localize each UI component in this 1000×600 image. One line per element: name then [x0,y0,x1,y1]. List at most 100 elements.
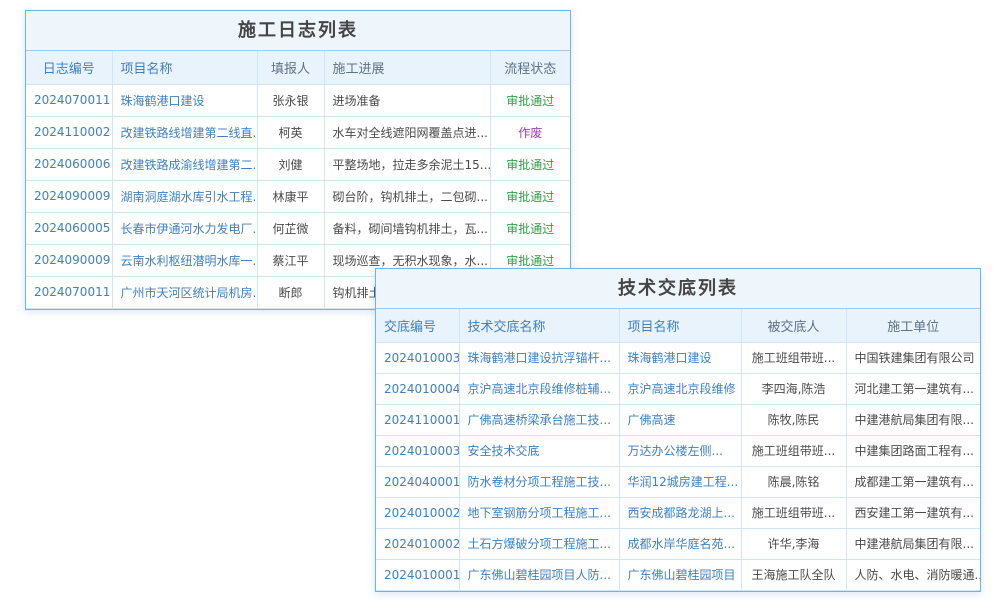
log-cell-project[interactable]: 改建铁路成渝线增建第二... [112,148,257,180]
log-cell-id[interactable]: 2024070011 [26,84,112,116]
tech-cell-unit: 西安建工第一建筑有... [846,497,980,528]
tech-cell-project[interactable]: 京沪高速北京段维修 [619,373,741,404]
tech-cell-unit: 中建港航局集团有限... [846,528,980,559]
tech-cell-person: 陈牧,陈民 [741,404,846,435]
tech-cell-unit: 中建港航局集团有限... [846,404,980,435]
log-cell-id[interactable]: 2024060006 [26,148,112,180]
tech-column-header-project: 项目名称 [619,309,741,342]
log-cell-status: 审批通过 [490,84,570,116]
log-cell-project[interactable]: 湖南洞庭湖水库引水工程... [112,180,257,212]
tech-cell-name[interactable]: 安全技术交底 [459,435,619,466]
technical-disclosure-panel: 技术交底列表 交底编号技术交底名称项目名称被交底人施工单位 2024010003… [375,268,981,592]
log-table-row: 2024060006改建铁路成渝线增建第二...刘健平整场地，拉走多余泥土15.… [26,148,570,180]
tech-table-row: 2024010002土石方爆破分项工程施工...成都水岸华庭名苑...许华,李海… [376,528,980,559]
log-column-header-project: 项目名称 [112,51,257,84]
log-column-header-id: 日志编号 [26,51,112,84]
log-cell-id[interactable]: 2024110002 [26,116,112,148]
tech-cell-name[interactable]: 地下室钢筋分项工程施工... [459,497,619,528]
log-table-row: 2024090009湖南洞庭湖水库引水工程...林康平砌台阶，钩机排土，二包砌.… [26,180,570,212]
log-cell-progress: 进场准备 [324,84,490,116]
tech-cell-name[interactable]: 京沪高速北京段维修桩辅... [459,373,619,404]
log-column-header-status: 流程状态 [490,51,570,84]
log-cell-progress: 平整场地，拉走多余泥土15... [324,148,490,180]
tech-cell-project[interactable]: 华润12城房建工程... [619,466,741,497]
log-cell-project[interactable]: 广州市天河区统计局机房... [112,276,257,308]
technical-disclosure-table: 交底编号技术交底名称项目名称被交底人施工单位 2024010003珠海鹤港口建设… [376,309,980,591]
tech-table-row: 2024010004京沪高速北京段维修桩辅...京沪高速北京段维修李四海,陈浩河… [376,373,980,404]
log-cell-id[interactable]: 2024090009 [26,244,112,276]
tech-cell-id[interactable]: 2024010004 [376,373,459,404]
log-cell-progress: 砌台阶，钩机排土，二包砌... [324,180,490,212]
log-cell-filler: 林康平 [257,180,324,212]
log-table-row: 2024060005长春市伊通河水力发电厂...何芷微备料，砌间墙钩机排土，瓦.… [26,212,570,244]
log-cell-project[interactable]: 改建铁路线增建第二线直... [112,116,257,148]
log-table-row: 2024070011珠海鹤港口建设张永银进场准备审批通过 [26,84,570,116]
tech-table-row: 2024010002地下室钢筋分项工程施工...西安成都路龙湖上...施工班组带… [376,497,980,528]
tech-cell-project[interactable]: 万达办公楼左侧... [619,435,741,466]
tech-cell-unit: 成都建工第一建筑有... [846,466,980,497]
log-cell-progress: 水车对全线遮阳网覆盖点进... [324,116,490,148]
log-cell-project[interactable]: 云南水利枢纽潜明水库一... [112,244,257,276]
tech-cell-project[interactable]: 珠海鹤港口建设 [619,342,741,373]
construction-log-panel-title: 施工日志列表 [26,11,570,51]
tech-column-header-id: 交底编号 [376,309,459,342]
tech-cell-project[interactable]: 广东佛山碧桂园项目 [619,559,741,590]
tech-table-row: 2024040001防水卷材分项工程施工技...华润12城房建工程...陈晨,陈… [376,466,980,497]
log-cell-filler: 蔡江平 [257,244,324,276]
log-cell-id[interactable]: 2024090009 [26,180,112,212]
log-cell-project[interactable]: 珠海鹤港口建设 [112,84,257,116]
log-table-header-row: 日志编号项目名称填报人施工进展流程状态 [26,51,570,84]
log-cell-status: 审批通过 [490,212,570,244]
tech-cell-id[interactable]: 2024010002 [376,528,459,559]
log-cell-project[interactable]: 长春市伊通河水力发电厂... [112,212,257,244]
tech-cell-project[interactable]: 西安成都路龙湖上... [619,497,741,528]
tech-cell-name[interactable]: 土石方爆破分项工程施工... [459,528,619,559]
log-column-header-progress: 施工进展 [324,51,490,84]
tech-table-body: 2024010003珠海鹤港口建设抗浮锚杆...珠海鹤港口建设施工班组带班...… [376,342,980,590]
tech-cell-person: 施工班组带班... [741,435,846,466]
technical-disclosure-panel-title: 技术交底列表 [376,269,980,309]
tech-cell-person: 李四海,陈浩 [741,373,846,404]
log-cell-filler: 柯英 [257,116,324,148]
tech-cell-unit: 河北建工第一建筑有... [846,373,980,404]
tech-cell-person: 施工班组带班... [741,497,846,528]
tech-cell-id[interactable]: 2024110001 [376,404,459,435]
tech-table-row: 2024010003珠海鹤港口建设抗浮锚杆...珠海鹤港口建设施工班组带班...… [376,342,980,373]
tech-cell-project[interactable]: 成都水岸华庭名苑... [619,528,741,559]
tech-cell-id[interactable]: 2024010003 [376,342,459,373]
log-cell-filler: 刘健 [257,148,324,180]
tech-cell-id[interactable]: 2024010003 [376,435,459,466]
log-cell-filler: 断郎 [257,276,324,308]
tech-column-header-name: 技术交底名称 [459,309,619,342]
log-cell-filler: 何芷微 [257,212,324,244]
tech-table-row: 2024010001广东佛山碧桂园项目人防...广东佛山碧桂园项目王海施工队全队… [376,559,980,590]
construction-log-panel: 施工日志列表 日志编号项目名称填报人施工进展流程状态 2024070011珠海鹤… [25,10,571,310]
tech-table-row: 2024110001广佛高速桥梁承台施工技...广佛高速陈牧,陈民中建港航局集团… [376,404,980,435]
log-cell-progress: 备料，砌间墙钩机排土，瓦... [324,212,490,244]
tech-cell-name[interactable]: 珠海鹤港口建设抗浮锚杆... [459,342,619,373]
log-cell-status: 审批通过 [490,180,570,212]
tech-cell-person: 许华,李海 [741,528,846,559]
tech-cell-unit: 中建集团路面工程有... [846,435,980,466]
tech-cell-id[interactable]: 2024010001 [376,559,459,590]
log-cell-filler: 张永银 [257,84,324,116]
tech-cell-id[interactable]: 2024040001 [376,466,459,497]
tech-cell-id[interactable]: 2024010002 [376,497,459,528]
tech-cell-person: 施工班组带班... [741,342,846,373]
log-column-header-filler: 填报人 [257,51,324,84]
log-cell-status: 作废 [490,116,570,148]
tech-cell-project[interactable]: 广佛高速 [619,404,741,435]
tech-column-header-unit: 施工单位 [846,309,980,342]
tech-column-header-person: 被交底人 [741,309,846,342]
tech-table-row: 2024010003安全技术交底万达办公楼左侧...施工班组带班...中建集团路… [376,435,980,466]
tech-cell-unit: 人防、水电、消防暖通... [846,559,980,590]
tech-cell-name[interactable]: 广佛高速桥梁承台施工技... [459,404,619,435]
log-table-row: 2024110002改建铁路线增建第二线直...柯英水车对全线遮阳网覆盖点进..… [26,116,570,148]
log-cell-id[interactable]: 2024060005 [26,212,112,244]
tech-cell-name[interactable]: 广东佛山碧桂园项目人防... [459,559,619,590]
tech-cell-name[interactable]: 防水卷材分项工程施工技... [459,466,619,497]
tech-cell-person: 王海施工队全队 [741,559,846,590]
log-cell-id[interactable]: 2024070011 [26,276,112,308]
tech-cell-unit: 中国铁建集团有限公司 [846,342,980,373]
log-cell-status: 审批通过 [490,148,570,180]
